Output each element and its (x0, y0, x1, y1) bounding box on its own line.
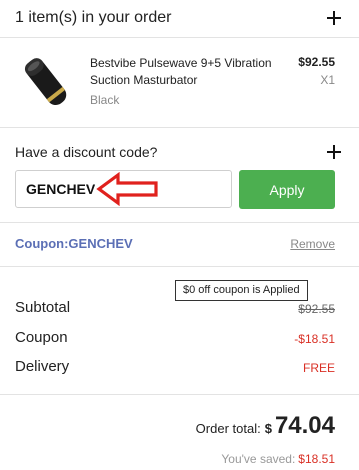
apply-button[interactable]: Apply (239, 170, 335, 209)
coupon-discount-value: -$18.51 (294, 332, 335, 346)
expand-plus-icon[interactable] (327, 11, 341, 25)
divider (0, 266, 359, 267)
product-name[interactable]: Bestvibe Pulsewave 9+5 Vibration Suction… (90, 55, 275, 89)
order-total-currency: $ (264, 421, 272, 436)
divider (0, 222, 359, 223)
order-total: Order total: $74.04 (196, 412, 335, 440)
saved-amount: $18.51 (298, 452, 335, 466)
delivery-value: FREE (302, 361, 335, 375)
product-quantity: X1 (320, 73, 335, 87)
order-header-title: 1 item(s) in your order (15, 9, 172, 26)
coupon-label: Coupon (15, 329, 68, 346)
product-variant: Black (90, 93, 120, 107)
divider (0, 394, 359, 395)
order-total-amount: 74.04 (274, 412, 335, 439)
left-arrow-annotation-icon (96, 172, 158, 206)
order-total-label: Order total: (195, 421, 261, 436)
delivery-label: Delivery (15, 358, 70, 375)
divider (0, 37, 359, 38)
discount-expand-plus-icon[interactable] (327, 145, 341, 159)
saved-amount-row: You've saved: $18.51 (221, 452, 335, 466)
subtotal-label: Subtotal (15, 299, 71, 316)
discount-label: Have a discount code? (15, 144, 158, 160)
subtotal-value: $92.55 (298, 302, 335, 316)
product-price: $92.55 (298, 55, 335, 69)
product-thumbnail-image (24, 58, 67, 106)
applied-coupon-label: Coupon:GENCHEV (15, 236, 133, 251)
order-header[interactable]: 1 item(s) in your order (0, 0, 359, 36)
remove-coupon-link[interactable]: Remove (290, 237, 335, 251)
divider (0, 127, 359, 128)
coupon-tooltip: $0 off coupon is Applied (175, 280, 308, 301)
saved-label: You've saved: (221, 452, 296, 466)
